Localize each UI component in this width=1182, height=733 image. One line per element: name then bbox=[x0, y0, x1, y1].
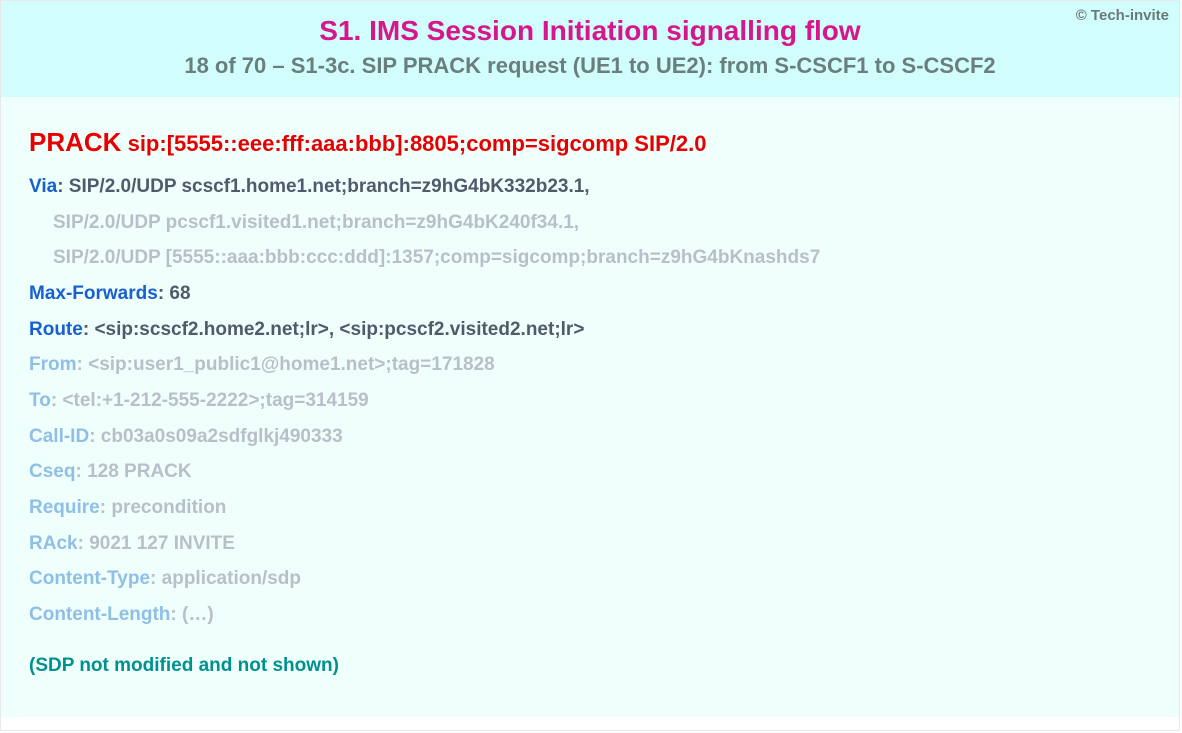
header-name-rack: RAck bbox=[29, 533, 78, 554]
page-title: S1. IMS Session Initiation signalling fl… bbox=[13, 15, 1167, 47]
header-name-from: From bbox=[29, 354, 77, 375]
header-value-to: <tel:+1-212-555-2222>;tag=314159 bbox=[62, 390, 368, 411]
header-require: Require: precondition bbox=[29, 495, 1151, 521]
sip-body: PRACK sip:[5555::eee:fff:aaa:bbb]:8805;c… bbox=[1, 97, 1179, 717]
header-name-route: Route bbox=[29, 319, 83, 340]
header-content-length: Content-Length: (…) bbox=[29, 602, 1151, 628]
document-frame: © Tech-invite S1. IMS Session Initiation… bbox=[0, 0, 1180, 731]
header-via-continuation-1: SIP/2.0/UDP pcscf1.visited1.net;branch=z… bbox=[29, 210, 1151, 236]
header-value-max-forwards: 68 bbox=[169, 283, 190, 304]
header-name-max-forwards: Max-Forwards bbox=[29, 283, 158, 304]
header-from: From: <sip:user1_public1@home1.net>;tag=… bbox=[29, 352, 1151, 378]
header-name-call-id: Call-ID bbox=[29, 426, 89, 447]
header-cseq: Cseq: 128 PRACK bbox=[29, 459, 1151, 485]
header-value-require: precondition bbox=[111, 497, 226, 518]
header-via-continuation-2: SIP/2.0/UDP [5555::aaa:bbb:ccc:ddd]:1357… bbox=[29, 245, 1151, 271]
header-value-rack: 9021 127 INVITE bbox=[89, 533, 235, 554]
header-name-to: To bbox=[29, 390, 51, 411]
page-subtitle: 18 of 70 – S1-3c. SIP PRACK request (UE1… bbox=[13, 53, 1167, 79]
header-name-content-length: Content-Length bbox=[29, 604, 170, 625]
header-name-require: Require bbox=[29, 497, 100, 518]
header-value-route: <sip:scscf2.home2.net;lr>, <sip:pcscf2.v… bbox=[94, 319, 584, 340]
sip-request-line: PRACK sip:[5555::eee:fff:aaa:bbb]:8805;c… bbox=[29, 125, 1151, 160]
header-to: To: <tel:+1-212-555-2222>;tag=314159 bbox=[29, 388, 1151, 414]
header-value-content-length: (…) bbox=[182, 604, 214, 625]
sdp-note: (SDP not modified and not shown) bbox=[29, 655, 1151, 677]
header-rack: RAck: 9021 127 INVITE bbox=[29, 531, 1151, 557]
header-call-id: Call-ID: cb03a0s09a2sdfglkj490333 bbox=[29, 424, 1151, 450]
header-via: Via: SIP/2.0/UDP scscf1.home1.net;branch… bbox=[29, 174, 1151, 200]
header-name-cseq: Cseq bbox=[29, 461, 75, 482]
header-block: © Tech-invite S1. IMS Session Initiation… bbox=[1, 1, 1179, 97]
sip-request-uri: sip:[5555::eee:fff:aaa:bbb]:8805;comp=si… bbox=[128, 131, 707, 156]
copyright-label: © Tech-invite bbox=[1076, 7, 1169, 24]
header-value-content-type: application/sdp bbox=[162, 568, 301, 589]
header-max-forwards: Max-Forwards: 68 bbox=[29, 281, 1151, 307]
sip-method: PRACK bbox=[29, 127, 121, 157]
header-value-from: <sip:user1_public1@home1.net>;tag=171828 bbox=[88, 354, 495, 375]
header-name-content-type: Content-Type bbox=[29, 568, 150, 589]
header-value-via: SIP/2.0/UDP scscf1.home1.net;branch=z9hG… bbox=[69, 176, 590, 197]
header-content-type: Content-Type: application/sdp bbox=[29, 566, 1151, 592]
header-value-cseq: 128 PRACK bbox=[87, 461, 192, 482]
header-route: Route: <sip:scscf2.home2.net;lr>, <sip:p… bbox=[29, 317, 1151, 343]
header-value-call-id: cb03a0s09a2sdfglkj490333 bbox=[101, 426, 343, 447]
header-name-via: Via bbox=[29, 176, 57, 197]
